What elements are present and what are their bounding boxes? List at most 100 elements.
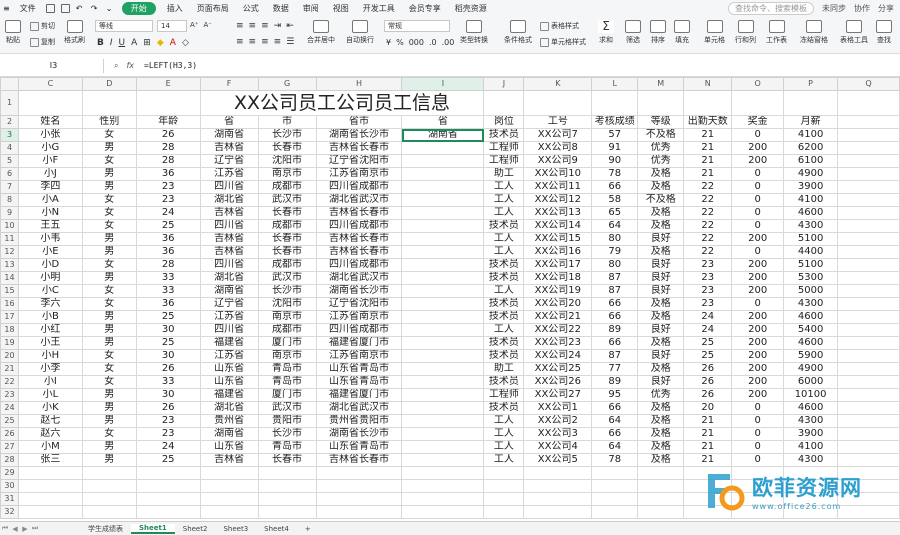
row-header-16[interactable]: 16 bbox=[0, 297, 19, 311]
data-cell[interactable]: 及格 bbox=[637, 310, 685, 324]
data-cell[interactable]: 江苏省 bbox=[199, 310, 259, 324]
data-cell[interactable] bbox=[401, 219, 485, 233]
grid-cell[interactable] bbox=[483, 90, 525, 116]
data-cell[interactable]: 江苏省 bbox=[199, 349, 259, 363]
data-cell[interactable]: 4100 bbox=[783, 128, 839, 142]
grid-cell[interactable] bbox=[837, 219, 900, 233]
data-cell[interactable]: 200 bbox=[731, 154, 785, 168]
data-cell[interactable]: 小B bbox=[17, 310, 83, 324]
data-cell[interactable]: 工人 bbox=[483, 427, 525, 441]
data-cell[interactable] bbox=[401, 349, 485, 363]
menu-tab-review[interactable]: 审阅 bbox=[296, 3, 326, 14]
data-cell[interactable]: 张三 bbox=[17, 453, 83, 467]
data-cell[interactable]: XX公司26 bbox=[523, 375, 593, 389]
freeze-panes-button[interactable]: 冻结窗格 bbox=[800, 20, 828, 45]
data-cell[interactable]: 79 bbox=[591, 245, 639, 259]
paste-button[interactable]: 粘贴 bbox=[5, 20, 21, 45]
grid-cell[interactable] bbox=[257, 479, 317, 493]
type-convert-button[interactable]: 类型转换 bbox=[460, 20, 488, 45]
data-cell[interactable]: 5100 bbox=[783, 232, 839, 246]
data-cell[interactable]: 及格 bbox=[637, 362, 685, 376]
data-cell[interactable]: 25 bbox=[683, 349, 733, 363]
underline-icon[interactable]: U bbox=[119, 38, 126, 48]
grid-cell[interactable] bbox=[637, 492, 685, 506]
data-cell[interactable]: 吉林省长春市 bbox=[315, 453, 403, 467]
copy-button[interactable]: 复制 bbox=[30, 37, 55, 47]
data-cell[interactable]: 80 bbox=[591, 232, 639, 246]
data-cell[interactable]: 26 bbox=[135, 128, 201, 142]
menu-file[interactable]: 文件 bbox=[13, 3, 43, 14]
column-header-O[interactable]: O bbox=[731, 77, 785, 91]
data-cell[interactable]: 赵六 bbox=[17, 427, 83, 441]
data-cell[interactable]: XX公司12 bbox=[523, 193, 593, 207]
row-header-13[interactable]: 13 bbox=[0, 258, 19, 272]
grid-cell[interactable] bbox=[837, 388, 900, 402]
data-cell[interactable]: 66 bbox=[591, 310, 639, 324]
align-middle-icon[interactable]: ≡ bbox=[249, 21, 257, 31]
data-cell[interactable]: 李四 bbox=[17, 180, 83, 194]
data-cell[interactable]: 26 bbox=[135, 362, 201, 376]
data-cell[interactable]: 小张 bbox=[17, 128, 83, 142]
data-cell[interactable]: 4600 bbox=[783, 206, 839, 220]
data-cell[interactable]: 33 bbox=[135, 271, 201, 285]
data-cell[interactable]: 4600 bbox=[783, 310, 839, 324]
data-cell[interactable]: XX公司22 bbox=[523, 323, 593, 337]
data-cell[interactable]: 26 bbox=[683, 388, 733, 402]
grid-cell[interactable] bbox=[81, 90, 137, 116]
data-cell[interactable]: 3900 bbox=[783, 427, 839, 441]
column-title-cell[interactable]: 等级 bbox=[637, 115, 685, 129]
column-title-cell[interactable]: 性别 bbox=[81, 115, 137, 129]
data-cell[interactable]: 女 bbox=[81, 349, 137, 363]
data-cell[interactable]: 23 bbox=[683, 271, 733, 285]
data-cell[interactable]: 6000 bbox=[783, 375, 839, 389]
row-header-20[interactable]: 20 bbox=[0, 349, 19, 363]
data-cell[interactable]: 女 bbox=[81, 297, 137, 311]
data-cell[interactable]: 小李 bbox=[17, 362, 83, 376]
data-cell[interactable] bbox=[401, 284, 485, 298]
data-cell[interactable]: 小N bbox=[17, 206, 83, 220]
grid-cell[interactable] bbox=[257, 466, 317, 480]
data-cell[interactable]: 湖北省武汉市 bbox=[315, 193, 403, 207]
grid-cell[interactable] bbox=[837, 362, 900, 376]
data-cell[interactable]: 0 bbox=[731, 193, 785, 207]
data-cell[interactable]: 90 bbox=[591, 154, 639, 168]
grid-cell[interactable] bbox=[837, 310, 900, 324]
data-cell[interactable]: 山东省 bbox=[199, 362, 259, 376]
data-cell[interactable]: 21 bbox=[683, 167, 733, 181]
data-cell[interactable]: 24 bbox=[683, 323, 733, 337]
data-cell[interactable] bbox=[401, 440, 485, 454]
data-cell[interactable]: 吉林省 bbox=[199, 245, 259, 259]
data-cell[interactable]: 吉林省长春市 bbox=[315, 206, 403, 220]
data-cell[interactable]: 30 bbox=[135, 349, 201, 363]
data-cell[interactable] bbox=[401, 453, 485, 467]
data-cell[interactable]: 0 bbox=[731, 414, 785, 428]
data-cell[interactable]: 青岛市 bbox=[257, 375, 317, 389]
data-cell[interactable]: 4900 bbox=[783, 362, 839, 376]
grid-cell[interactable] bbox=[837, 115, 900, 129]
data-cell[interactable]: 5300 bbox=[783, 271, 839, 285]
data-cell[interactable]: 男 bbox=[81, 245, 137, 259]
data-cell[interactable]: 23 bbox=[135, 414, 201, 428]
data-cell[interactable]: 5400 bbox=[783, 323, 839, 337]
data-cell[interactable]: 80 bbox=[591, 258, 639, 272]
worksheet-button[interactable]: 工作表 bbox=[766, 20, 787, 45]
data-cell[interactable] bbox=[401, 258, 485, 272]
grid-cell[interactable] bbox=[483, 492, 525, 506]
grid-cell[interactable] bbox=[637, 479, 685, 493]
data-cell[interactable]: 25 bbox=[135, 336, 201, 350]
data-cell[interactable]: 吉林省 bbox=[199, 141, 259, 155]
row-header-27[interactable]: 27 bbox=[0, 440, 19, 454]
data-cell[interactable]: 工人 bbox=[483, 206, 525, 220]
data-cell[interactable]: 山东省青岛市 bbox=[315, 375, 403, 389]
data-cell[interactable]: 男 bbox=[81, 271, 137, 285]
data-cell[interactable]: 4100 bbox=[783, 440, 839, 454]
data-cell[interactable]: XX公司16 bbox=[523, 245, 593, 259]
data-cell[interactable] bbox=[401, 427, 485, 441]
menu-tab-formulas[interactable]: 公式 bbox=[236, 3, 266, 14]
row-header-11[interactable]: 11 bbox=[0, 232, 19, 246]
outdent-icon[interactable]: ⇤ bbox=[286, 21, 294, 31]
conditional-format-button[interactable]: 条件格式 bbox=[504, 20, 532, 45]
data-cell[interactable]: 6100 bbox=[783, 154, 839, 168]
data-cell[interactable]: 男 bbox=[81, 401, 137, 415]
data-cell[interactable]: 5000 bbox=[783, 284, 839, 298]
